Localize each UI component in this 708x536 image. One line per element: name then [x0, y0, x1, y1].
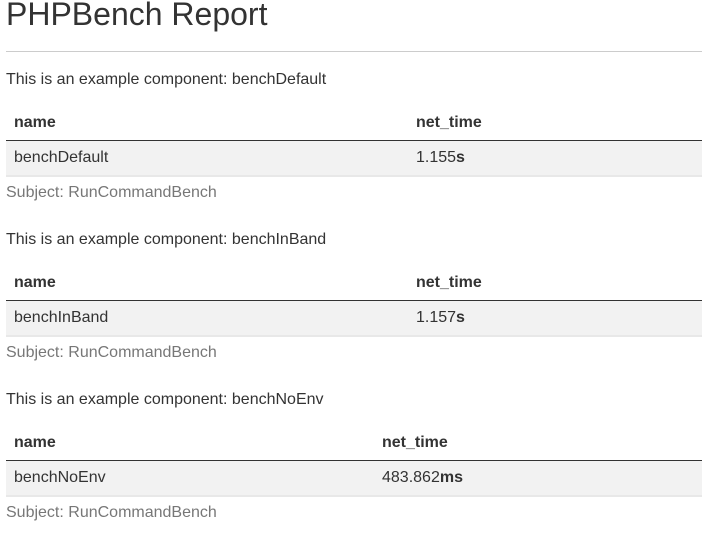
report-section-bench-in-band: This is an example component: benchInBan… [6, 230, 702, 363]
section-intro: This is an example component: benchInBan… [6, 231, 327, 248]
cell-net-time: 1.157s [408, 300, 702, 337]
net-time-unit: ms [439, 469, 463, 486]
cell-name: benchDefault [6, 140, 408, 177]
report-section-bench-default: This is an example component: benchDefau… [6, 70, 702, 203]
cell-net-time: 1.155s [408, 140, 702, 177]
net-time-value: 483.862 [382, 469, 440, 486]
report-section-bench-no-env: This is an example component: benchNoEnv… [6, 390, 702, 523]
column-header-name: name [6, 266, 408, 301]
net-time-unit: s [456, 309, 465, 326]
page-title: PHPBench Report [6, 0, 268, 32]
table-header-row: name net_time [6, 266, 702, 301]
net-time-value: 1.155 [416, 149, 457, 166]
table-row: benchDefault 1.155s [6, 140, 702, 177]
column-header-net-time: net_time [408, 266, 702, 301]
net-time-value: 1.157 [416, 309, 457, 326]
results-table: name net_time benchInBand 1.157s [6, 266, 702, 337]
column-header-name: name [6, 426, 374, 461]
column-header-net-time: net_time [374, 426, 702, 461]
net-time-unit: s [456, 149, 465, 166]
results-table: name net_time benchDefault 1.155s [6, 106, 702, 177]
report-page: PHPBench Report This is an example compo… [6, 0, 702, 521]
column-header-net-time: net_time [408, 106, 702, 141]
section-intro: This is an example component: benchDefau… [6, 71, 327, 88]
title-divider [6, 51, 702, 52]
table-row: benchNoEnv 483.862ms [6, 460, 702, 497]
results-table: name net_time benchNoEnv 483.862ms [6, 426, 702, 497]
cell-name: benchInBand [6, 300, 408, 337]
section-intro: This is an example component: benchNoEnv [6, 391, 324, 408]
table-header-row: name net_time [6, 106, 702, 141]
cell-net-time: 483.862ms [374, 460, 702, 497]
cell-name: benchNoEnv [6, 460, 374, 497]
table-row: benchInBand 1.157s [6, 300, 702, 337]
column-header-name: name [6, 106, 408, 141]
table-header-row: name net_time [6, 426, 702, 461]
table-caption: Subject: RunCommandBench [6, 504, 217, 521]
table-caption: Subject: RunCommandBench [6, 344, 217, 361]
table-caption: Subject: RunCommandBench [6, 184, 217, 201]
